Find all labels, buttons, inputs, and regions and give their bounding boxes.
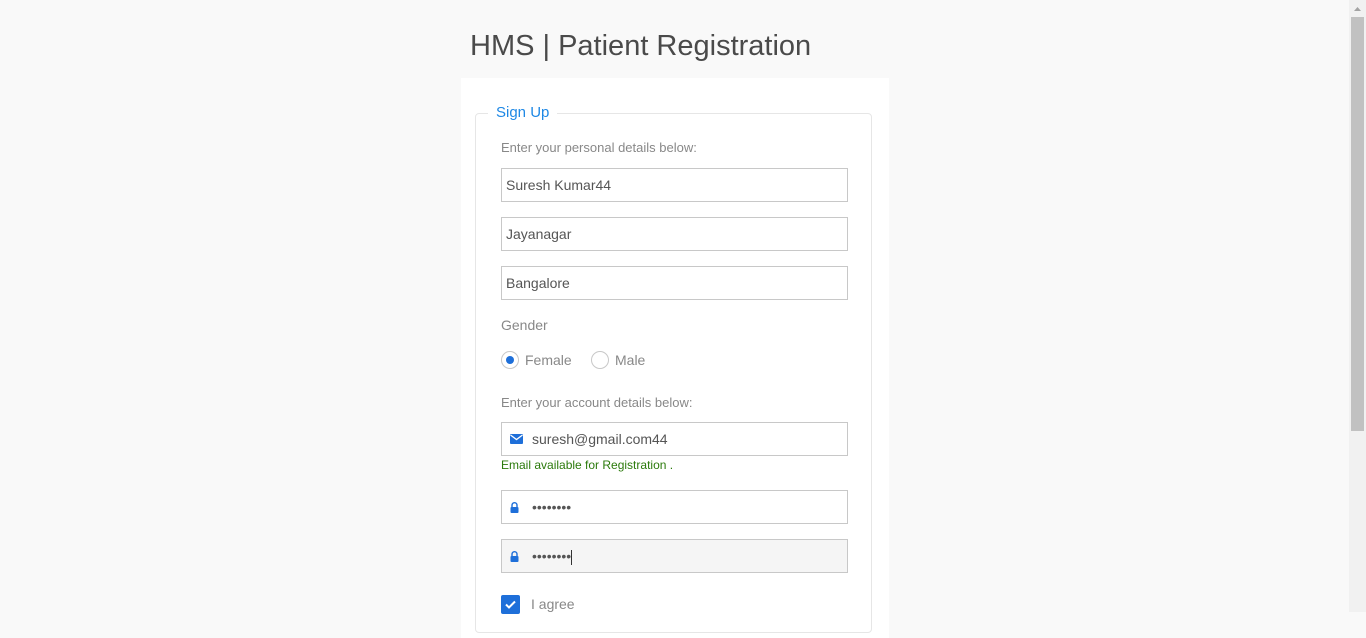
signup-legend: Sign Up	[488, 103, 558, 123]
agree-checkbox[interactable]	[501, 595, 520, 614]
agree-label: I agree	[531, 596, 575, 612]
envelope-icon	[510, 423, 523, 455]
email-value: suresh@gmail.com44	[532, 431, 668, 447]
checkmark-icon	[505, 600, 516, 609]
text-caret	[571, 549, 573, 565]
email-input[interactable]: suresh@gmail.com44	[501, 422, 848, 456]
gender-option-male[interactable]: Male	[591, 351, 645, 369]
confirm-password-input[interactable]: ••••••••	[501, 539, 848, 573]
password-input[interactable]: ••••••••	[501, 490, 848, 524]
email-availability-message: Email available for Registration .	[501, 458, 674, 472]
city-input[interactable]: Bangalore	[501, 266, 848, 300]
male-radio-label: Male	[615, 352, 646, 368]
scroll-up-arrow-icon[interactable]	[1349, 0, 1366, 17]
vertical-scrollbar[interactable]	[1349, 0, 1366, 612]
confirm-password-value: ••••••••	[532, 548, 572, 564]
female-radio[interactable]	[501, 351, 519, 369]
page-title: HMS | Patient Registration	[470, 30, 812, 62]
gender-option-female[interactable]: Female	[501, 351, 572, 369]
male-radio[interactable]	[591, 351, 609, 369]
scrollbar-thumb[interactable]	[1351, 17, 1364, 431]
personal-details-heading: Enter your personal details below:	[501, 140, 697, 155]
full-name-input[interactable]: Suresh Kumar44	[501, 168, 848, 202]
lock-icon	[510, 540, 519, 572]
lock-icon	[510, 491, 519, 523]
gender-label: Gender	[501, 317, 548, 333]
password-value: ••••••••	[532, 499, 572, 515]
account-details-heading: Enter your account details below:	[501, 395, 693, 410]
female-radio-label: Female	[525, 352, 572, 368]
address-input[interactable]: Jayanagar	[501, 217, 848, 251]
